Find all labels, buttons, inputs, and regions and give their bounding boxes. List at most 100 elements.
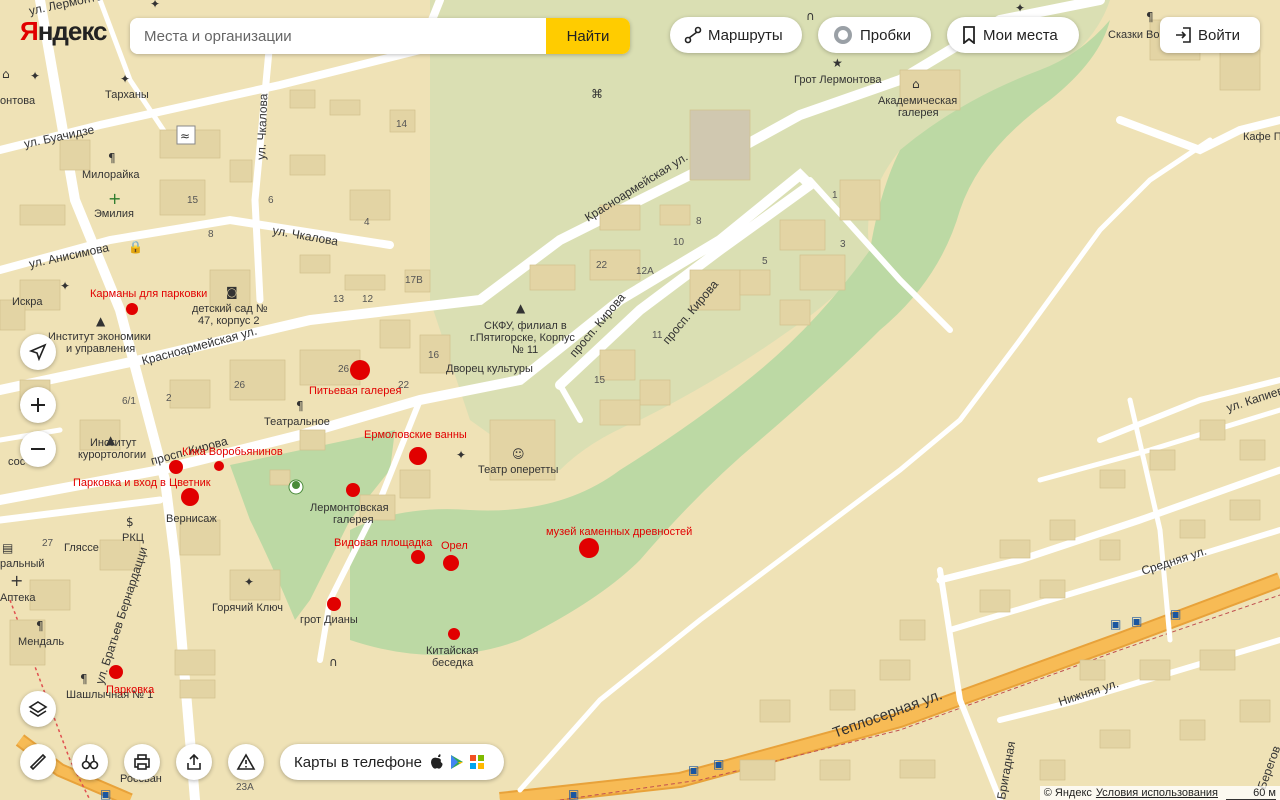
logo-rest: ндекс: [37, 16, 108, 46]
restaurant-icon: ¶: [1146, 10, 1154, 24]
ruler-button[interactable]: [20, 744, 56, 780]
restaurant-icon: ¶: [296, 399, 304, 413]
cart-icon: ▤: [2, 541, 13, 555]
house-number: 6/1: [122, 396, 136, 407]
house-number: 15: [594, 375, 606, 386]
printer-icon: [134, 754, 150, 770]
map-canvas[interactable]: ул. Лермонтова ул. Буачидзе ул. Анисимов…: [0, 0, 1280, 800]
login-button[interactable]: Войти: [1160, 17, 1260, 53]
logo-first-letter: Я: [20, 16, 39, 46]
marker-pitievaya-galereya[interactable]: [350, 360, 370, 380]
marker-parkovka[interactable]: [109, 665, 123, 679]
marker-muzey[interactable]: [579, 538, 599, 558]
restaurant-icon: ¶: [108, 151, 116, 165]
place-teatralnoe: Театральное: [264, 416, 330, 428]
layers-icon: [28, 701, 48, 717]
marker-parking-tsvetnik-1[interactable]: [169, 460, 183, 474]
house-number: 5: [762, 256, 768, 267]
place-teatr-operetty: Театр оперетты: [478, 464, 558, 476]
traffic-button[interactable]: Пробки: [818, 17, 931, 53]
bus-stop-icon: ▣: [100, 787, 111, 800]
house-number: 3: [840, 239, 846, 250]
windows-icon: [470, 755, 484, 769]
house-number: 15: [187, 195, 199, 206]
share-button[interactable]: [176, 744, 212, 780]
kindergarten-icon: ◙: [226, 285, 238, 299]
my-places-label: Мои места: [983, 26, 1058, 44]
place-iskra: Искра: [12, 296, 43, 308]
locate-me-button[interactable]: [20, 334, 56, 370]
routes-button[interactable]: Маршруты: [670, 17, 802, 53]
house-number: 12: [362, 294, 374, 305]
my-places-button[interactable]: Мои места: [947, 17, 1079, 53]
place-detsad-2: 47, корпус 2: [198, 315, 260, 327]
place-institut-ek-2: и управления: [66, 343, 135, 355]
marker-orel[interactable]: [443, 555, 459, 571]
login-label: Войти: [1198, 26, 1240, 44]
place-mendal: Мендаль: [18, 636, 64, 648]
marker-parking-tsvetnik-2[interactable]: [181, 488, 199, 506]
street-chkalova-vertical: ул. Чкалова: [254, 93, 270, 160]
sight-icon: ✦: [30, 69, 40, 83]
navigation-arrow-icon: [29, 343, 47, 361]
place-ontova: онтова: [0, 95, 36, 107]
layers-button[interactable]: [20, 691, 56, 727]
place-akad-gal-2: галерея: [898, 107, 939, 119]
house-number: 8: [696, 216, 702, 227]
lock-icon: 🔒: [128, 240, 143, 254]
place-kit-bes-2: беседка: [432, 657, 474, 669]
marker-label-orel: Орел: [441, 540, 468, 552]
warning-icon: [236, 753, 256, 770]
place-inst-kur-2: курортологии: [78, 449, 146, 461]
house-number: 13: [333, 294, 345, 305]
yandex-logo[interactable]: Яндекс: [20, 16, 107, 47]
house-number: 16: [428, 350, 440, 361]
place-lerm-gal-2: галерея: [333, 514, 374, 526]
sight-icon: ✦: [150, 0, 160, 11]
place-lerm-gal-1: Лермонтовская: [310, 502, 389, 514]
house-number: 17В: [405, 275, 423, 286]
binoculars-icon: ⌘: [591, 87, 603, 101]
zoom-out-button[interactable]: [20, 431, 56, 467]
google-play-icon: [451, 755, 463, 769]
zoom-in-button[interactable]: [20, 387, 56, 423]
house-number: 23А: [236, 782, 254, 793]
marker-label-kika: Кика Воробьянинов: [182, 446, 283, 458]
panorama-button[interactable]: [72, 744, 108, 780]
search-input[interactable]: [130, 18, 546, 54]
marker-label-parking-tsvetnik: Парковка и вход в Цветник: [73, 477, 211, 489]
house-number: 1: [832, 190, 838, 201]
maps-in-phone-button[interactable]: Карты в телефоне: [280, 744, 504, 780]
education-icon: ▲: [106, 433, 116, 447]
sight-icon: ✦: [244, 575, 254, 589]
place-glyase: Гляссе: [64, 542, 99, 554]
marker-lerm-gal[interactable]: [346, 483, 360, 497]
restaurant-icon: ¶: [80, 672, 88, 686]
place-apteka: Аптека: [0, 592, 36, 604]
marker-ermolovskie-vanny[interactable]: [409, 447, 427, 465]
marker-parking-pockets[interactable]: [126, 303, 138, 315]
bookmark-icon: [963, 26, 975, 44]
place-kit-bes-1: Китайская: [426, 645, 478, 657]
terms-link[interactable]: Условия использования: [1096, 787, 1218, 799]
place-skfu-1: СКФУ, филиал в: [484, 320, 567, 332]
marker-grot-diany[interactable]: [327, 597, 341, 611]
print-button[interactable]: [124, 744, 160, 780]
report-error-button[interactable]: [228, 744, 264, 780]
place-vernisazh: Вернисаж: [166, 513, 217, 525]
cave-icon: ∩: [329, 655, 338, 669]
marker-vidovaya[interactable]: [411, 550, 425, 564]
sight-icon: ✦: [60, 279, 70, 293]
marker-kika[interactable]: [214, 461, 224, 471]
house-number: 26: [234, 380, 246, 391]
marker-kit-bes[interactable]: [448, 628, 460, 640]
museum-icon: ⌂: [912, 77, 920, 91]
house-number: 4: [364, 217, 370, 228]
bus-stop-icon: ▣: [568, 787, 579, 800]
traffic-label: Пробки: [860, 26, 911, 44]
house-number: 10: [673, 237, 685, 248]
house-number: 8: [208, 229, 214, 240]
find-button[interactable]: Найти: [546, 18, 630, 54]
education-icon: ▲: [516, 301, 526, 315]
bus-stop-icon: ▣: [1170, 607, 1181, 621]
